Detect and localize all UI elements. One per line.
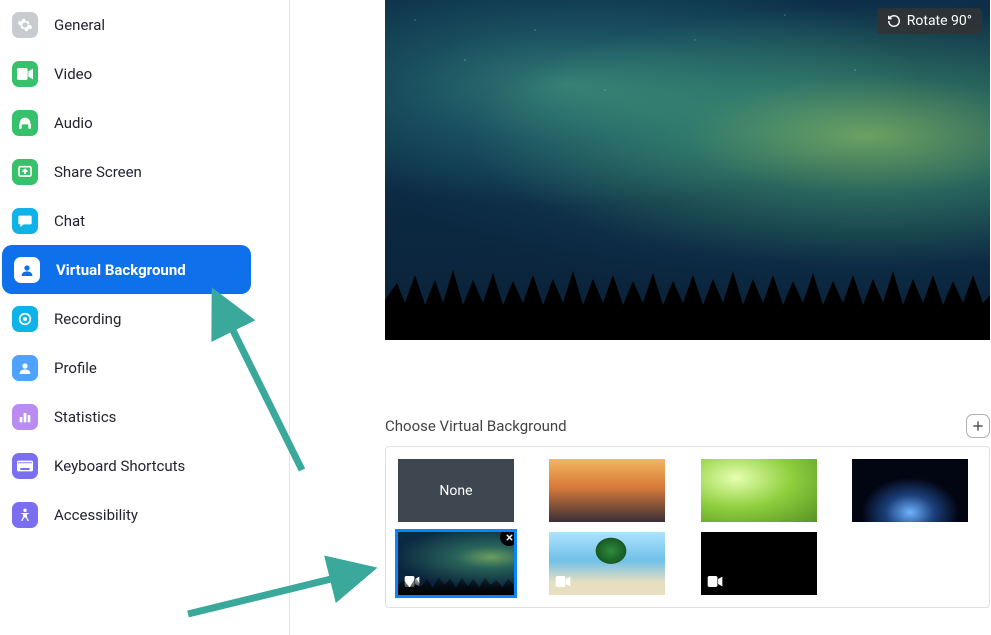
settings-sidebar: General Video Audio Share Screen Chat: [0, 0, 290, 635]
rotate-label: Rotate 90°: [907, 13, 972, 29]
sidebar-item-label: Audio: [54, 114, 93, 132]
plus-icon: [971, 419, 985, 433]
sidebar-item-label: Statistics: [54, 408, 116, 426]
close-icon: [505, 533, 514, 542]
gear-icon: [12, 12, 38, 38]
sidebar-item-profile[interactable]: Profile: [0, 343, 289, 392]
sidebar-item-label: Profile: [54, 359, 97, 377]
sidebar-item-label: General: [54, 16, 105, 34]
background-thumbnails: None: [385, 446, 990, 608]
rotate-button[interactable]: Rotate 90°: [877, 8, 982, 34]
sidebar-item-statistics[interactable]: Statistics: [0, 392, 289, 441]
background-thumb-aurora[interactable]: [398, 532, 514, 595]
keyboard-icon: [12, 453, 38, 479]
sidebar-item-label: Accessibility: [54, 506, 138, 524]
add-background-button[interactable]: [966, 414, 990, 438]
sidebar-item-chat[interactable]: Chat: [0, 196, 289, 245]
video-badge-icon: [707, 575, 723, 591]
background-thumb-none[interactable]: None: [398, 459, 514, 522]
preview-treeline: [385, 245, 990, 340]
sidebar-item-accessibility[interactable]: Accessibility: [0, 490, 289, 539]
share-screen-icon: [12, 159, 38, 185]
sidebar-item-label: Share Screen: [54, 163, 142, 181]
thumb-none-label: None: [439, 483, 472, 499]
background-thumb-bridge[interactable]: [549, 459, 665, 522]
accessibility-icon: [12, 502, 38, 528]
settings-main: Rotate 90° Choose Virtual Background Non…: [290, 0, 991, 635]
headphones-icon: [12, 110, 38, 136]
section-title: Choose Virtual Background: [385, 417, 567, 435]
profile-icon: [12, 355, 38, 381]
background-thumb-beach[interactable]: [549, 532, 665, 595]
sidebar-item-audio[interactable]: Audio: [0, 98, 289, 147]
sidebar-item-recording[interactable]: Recording: [0, 294, 289, 343]
sidebar-item-video[interactable]: Video: [0, 49, 289, 98]
sidebar-item-label: Keyboard Shortcuts: [54, 457, 185, 475]
sidebar-item-label: Recording: [54, 310, 121, 328]
statistics-icon: [12, 404, 38, 430]
background-thumb-black[interactable]: [701, 532, 817, 595]
chat-icon: [12, 208, 38, 234]
background-preview: Rotate 90°: [385, 0, 990, 340]
background-thumb-grass[interactable]: [701, 459, 817, 522]
sidebar-item-virtual-background[interactable]: Virtual Background: [2, 245, 251, 294]
rotate-icon: [887, 14, 901, 28]
video-icon: [12, 61, 38, 87]
virtual-background-icon: [14, 257, 40, 283]
sidebar-item-label: Virtual Background: [56, 261, 186, 279]
video-badge-icon: [555, 575, 571, 591]
sidebar-item-keyboard-shortcuts[interactable]: Keyboard Shortcuts: [0, 441, 289, 490]
sidebar-item-share-screen[interactable]: Share Screen: [0, 147, 289, 196]
sidebar-item-label: Chat: [54, 212, 85, 230]
recording-icon: [12, 306, 38, 332]
sidebar-item-label: Video: [54, 65, 92, 83]
video-badge-icon: [404, 575, 420, 591]
sidebar-item-general[interactable]: General: [0, 0, 289, 49]
background-thumb-earth[interactable]: [852, 459, 968, 522]
remove-background-button[interactable]: [500, 532, 514, 546]
